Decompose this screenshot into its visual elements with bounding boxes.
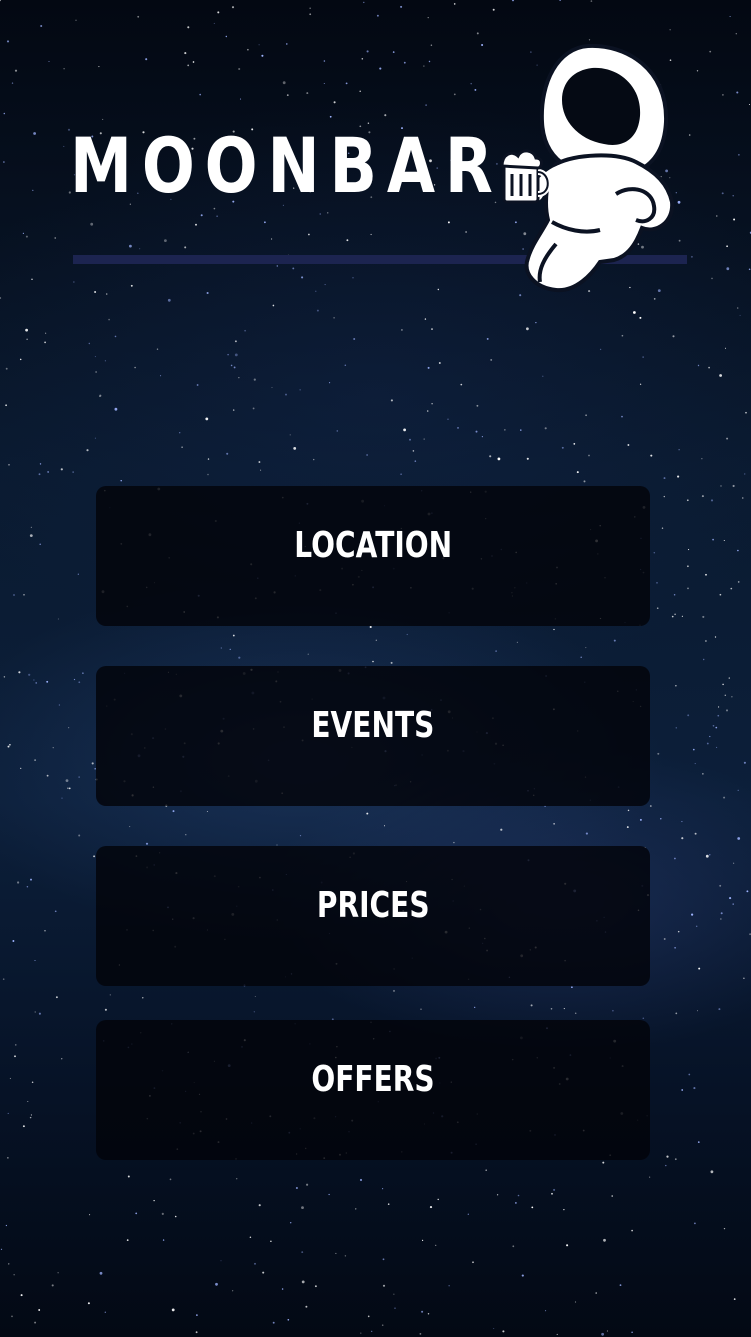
events-button-label: EVENTS: [311, 704, 435, 746]
prices-button-label: PRICES: [316, 884, 430, 926]
offers-button-label: OFFERS: [311, 1058, 435, 1100]
location-button[interactable]: LOCATION: [96, 486, 650, 626]
prices-button[interactable]: PRICES: [96, 846, 650, 986]
location-button-label: LOCATION: [294, 524, 452, 566]
app-screen: MOONBAR LOCATION EVENTS PRICES OFFERS: [0, 0, 751, 1337]
app-title: MOONBAR: [70, 121, 503, 210]
offers-button[interactable]: OFFERS: [96, 1020, 650, 1160]
main-menu: LOCATION EVENTS PRICES OFFERS: [96, 486, 650, 1200]
astronaut-with-beer-icon: [500, 44, 675, 293]
events-button[interactable]: EVENTS: [96, 666, 650, 806]
